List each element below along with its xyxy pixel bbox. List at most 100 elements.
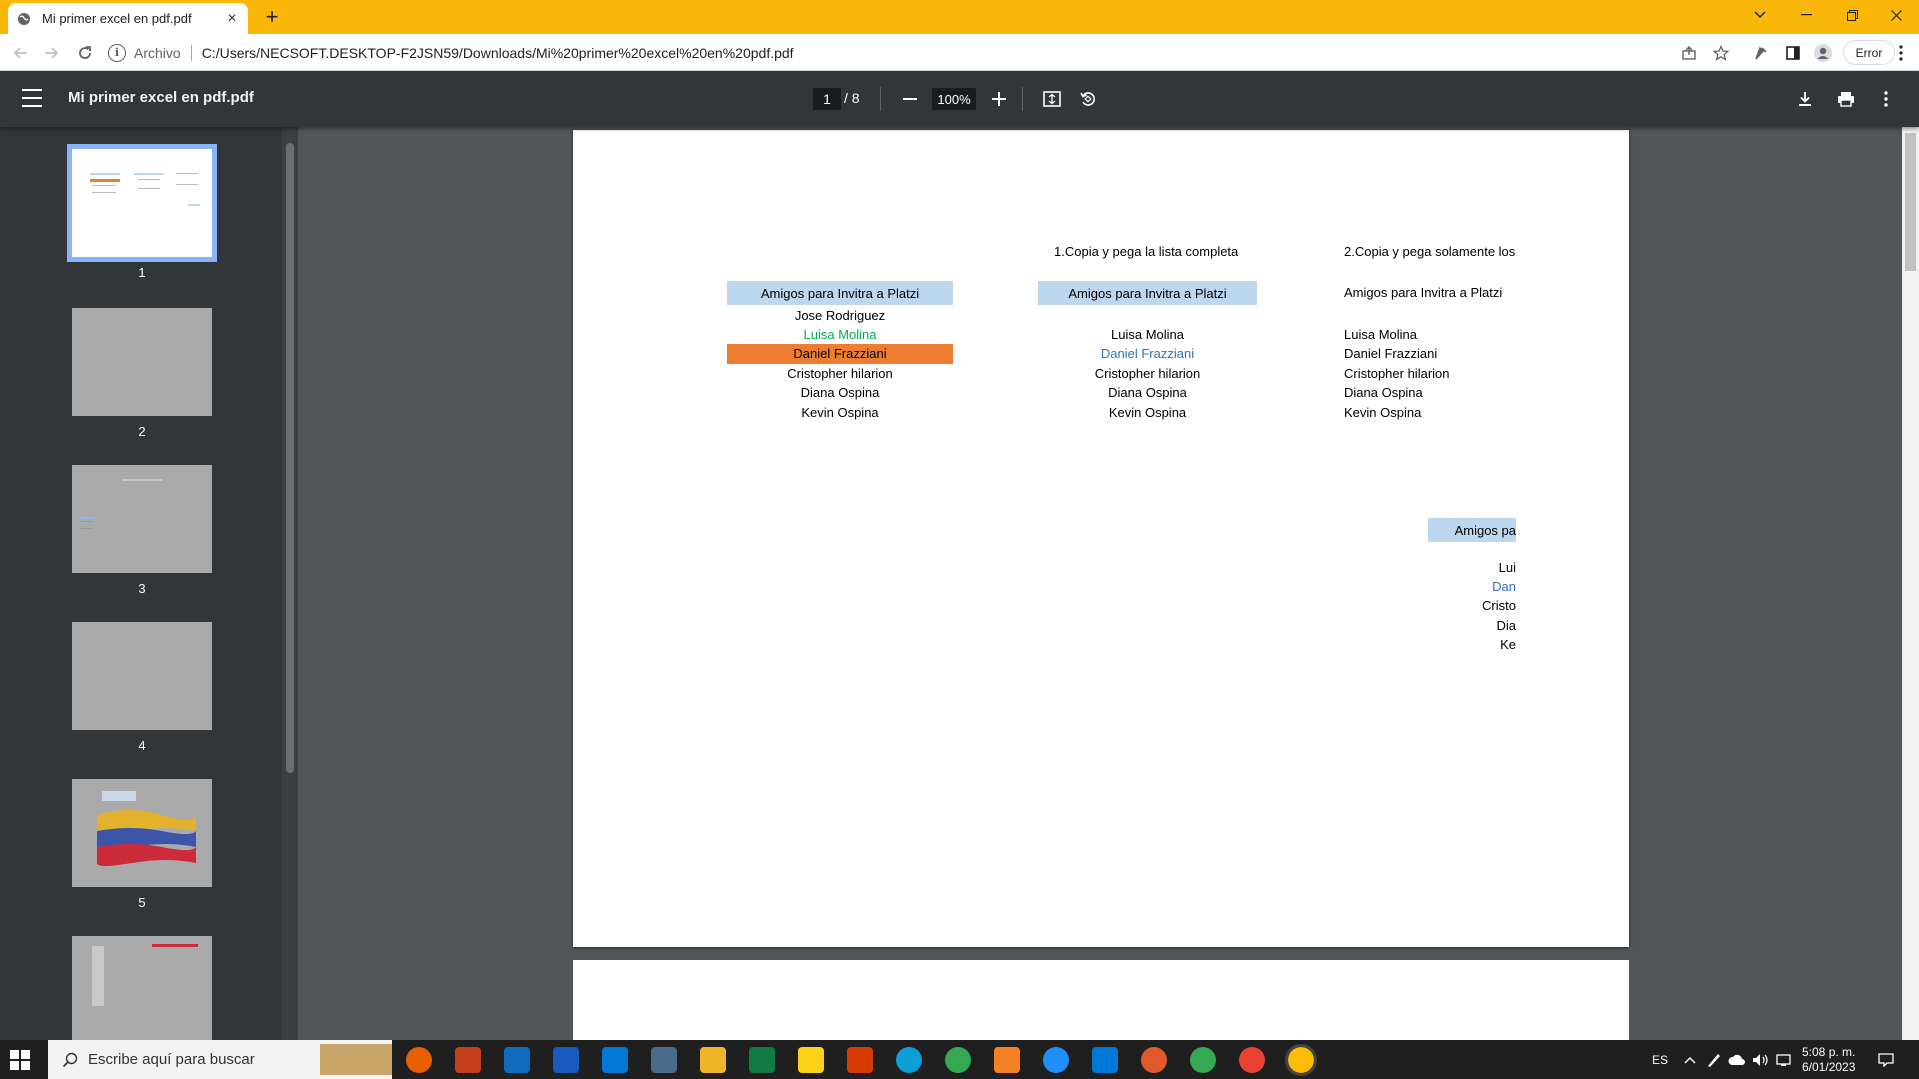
zoom-out-icon[interactable] — [896, 85, 924, 113]
tab-search-icon[interactable] — [1737, 0, 1783, 30]
thumbnail-image — [72, 465, 212, 573]
chrome-menu-icon[interactable] — [1890, 42, 1912, 64]
table4-row: Dan — [1492, 579, 1516, 594]
more-options-icon[interactable] — [1872, 85, 1900, 113]
word-icon[interactable] — [553, 1047, 579, 1073]
download-icon[interactable] — [1791, 85, 1819, 113]
vscode-icon[interactable] — [1092, 1047, 1118, 1073]
omnibox-divider — [190, 44, 192, 61]
zoom-in-icon[interactable] — [985, 85, 1013, 113]
edge-icon[interactable] — [896, 1047, 922, 1073]
thumbnail-page-5[interactable]: 5 — [72, 779, 212, 910]
minimize-icon[interactable] — [1783, 0, 1829, 30]
file-explorer-icon[interactable] — [700, 1047, 726, 1073]
firefox-icon[interactable] — [406, 1047, 432, 1073]
thumbnail-image — [72, 308, 212, 416]
profile-error-button[interactable]: Error — [1843, 40, 1895, 65]
table2-header: Amigos para Invitra a Platzi — [1038, 281, 1257, 305]
table1-row: Daniel Frazziani — [727, 344, 953, 364]
table3-row: Luisa Molina — [1344, 327, 1417, 342]
browser-icon[interactable] — [1043, 1047, 1069, 1073]
close-window-icon[interactable] — [1873, 0, 1919, 30]
flag-image — [97, 791, 196, 866]
thumbnail-number: 3 — [138, 581, 146, 596]
back-arrow-icon[interactable] — [8, 40, 34, 66]
new-tab-button[interactable]: + — [258, 4, 286, 32]
fit-page-icon[interactable] — [1038, 85, 1066, 113]
mail-icon[interactable] — [602, 1047, 628, 1073]
table3-row: Daniel Frazziani — [1344, 346, 1438, 361]
table4-row: Dia — [1496, 618, 1516, 633]
thumbnail-number: 2 — [138, 424, 146, 439]
search-icon — [62, 1052, 78, 1068]
table1-row: Cristopher hilarion — [787, 366, 893, 381]
thumbnail-page-4[interactable]: 4 — [72, 622, 212, 753]
pen-icon[interactable] — [1706, 1040, 1722, 1079]
table1-row: Diana Ospina — [800, 385, 880, 400]
bookmark-star-icon[interactable] — [1710, 42, 1732, 64]
calculator-icon[interactable] — [651, 1047, 677, 1073]
print-icon[interactable] — [1832, 85, 1860, 113]
clock[interactable]: 5:08 p. m. 6/01/2023 — [1802, 1040, 1855, 1079]
rotate-icon[interactable] — [1074, 85, 1102, 113]
office-icon[interactable] — [847, 1047, 873, 1073]
thumbnail-page-3[interactable]: 3 — [72, 465, 212, 596]
table2-row: Kevin Ospina — [1108, 405, 1187, 420]
forward-arrow-icon[interactable] — [38, 40, 64, 66]
table1-row: Kevin Ospina — [801, 405, 879, 420]
thumbnail-page-2[interactable]: 2 — [72, 308, 212, 439]
instruction-1: 1.Copia y pega la lista completa — [1054, 244, 1239, 259]
tab-title: Mi primer excel en pdf.pdf — [42, 11, 192, 26]
thumbnail-page-6[interactable] — [72, 936, 212, 1040]
address-bar[interactable]: i Archivo C:/Users/NECSOFT.DESKTOP-F2JSN… — [108, 38, 1748, 67]
side-panel-icon[interactable] — [1782, 42, 1804, 64]
page-number-input[interactable]: 1 — [813, 88, 841, 110]
network-icon[interactable] — [1776, 1040, 1794, 1079]
thumbnail-image — [72, 779, 212, 887]
chrome-profile-icon[interactable] — [1190, 1047, 1216, 1073]
pdf-page: 1.Copia y pega la lista completa 2.Copia… — [573, 130, 1629, 947]
tab-pdf[interactable]: Mi primer excel en pdf.pdf × — [8, 3, 248, 34]
chrome-active-icon[interactable] — [1285, 1044, 1317, 1076]
table1-header: Amigos para Invitra a Platzi — [727, 281, 953, 305]
excel-icon[interactable] — [749, 1047, 775, 1073]
store-icon[interactable] — [504, 1047, 530, 1073]
restore-icon[interactable] — [1829, 0, 1875, 30]
table4-row: Ke — [1500, 637, 1516, 652]
toolbar-divider — [880, 87, 881, 111]
notifications-icon[interactable] — [1878, 1040, 1894, 1079]
powerpoint-icon[interactable] — [455, 1047, 481, 1073]
onedrive-icon[interactable] — [1728, 1040, 1746, 1079]
info-icon[interactable]: i — [108, 43, 126, 62]
sticky-notes-icon[interactable] — [798, 1047, 824, 1073]
url-text[interactable]: C:/Users/NECSOFT.DESKTOP-F2JSN59/Downloa… — [202, 45, 794, 61]
extensions-icon[interactable] — [1750, 42, 1772, 64]
table1-row: Jose Rodriguez — [794, 308, 886, 323]
table2-row: Daniel Frazziani — [1100, 346, 1195, 361]
table1-row: Luisa Molina — [803, 327, 877, 342]
zoom-input[interactable]: 100% — [932, 88, 976, 110]
share-icon[interactable] — [1678, 42, 1700, 64]
thumbnail-page-1[interactable]: 1 — [67, 144, 217, 280]
chrome-profile-icon[interactable] — [1239, 1047, 1265, 1073]
sidebar-menu-icon[interactable] — [22, 89, 42, 107]
language-indicator[interactable]: ES — [1652, 1040, 1668, 1079]
table2-row: Cristopher hilarion — [1094, 366, 1201, 381]
sublime-icon[interactable] — [994, 1047, 1020, 1073]
origin-label: Archivo — [134, 44, 181, 61]
tab-close-icon[interactable]: × — [224, 10, 240, 28]
profile-avatar-icon[interactable] — [1812, 42, 1834, 64]
taskbar-search[interactable]: Escribe aquí para buscar — [48, 1040, 392, 1079]
sidebar-scrollbar[interactable] — [282, 127, 298, 1040]
reload-icon[interactable] — [72, 40, 98, 66]
thumbnail-sidebar: 1 2 3 4 5 — [0, 127, 282, 1040]
tray-chevron-icon[interactable] — [1684, 1040, 1696, 1079]
windows-start-icon[interactable] — [10, 1050, 30, 1070]
app-icon[interactable] — [1141, 1047, 1167, 1073]
chrome-icon[interactable] — [945, 1047, 971, 1073]
pdf-title: Mi primer excel en pdf.pdf — [68, 89, 254, 106]
table2-row: Diana Ospina — [1108, 385, 1187, 400]
main-scrollbar[interactable] — [1902, 127, 1919, 1040]
volume-icon[interactable] — [1752, 1040, 1770, 1079]
search-placeholder: Escribe aquí para buscar — [88, 1051, 255, 1068]
